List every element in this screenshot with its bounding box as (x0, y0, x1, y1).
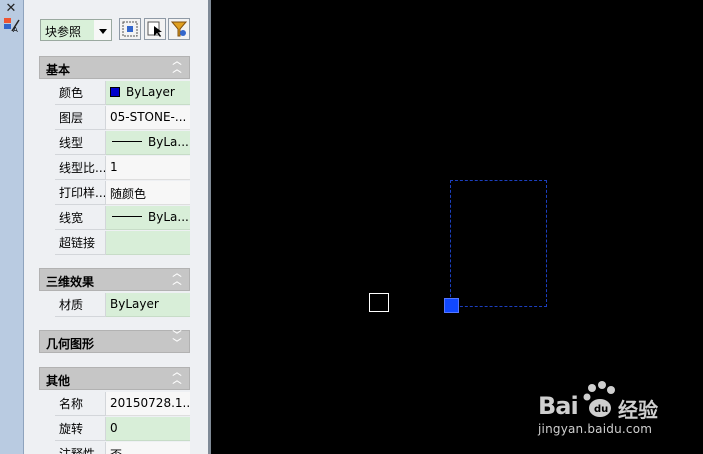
selected-block-outline[interactable] (450, 180, 547, 307)
linetype-sample-icon (112, 141, 142, 142)
prop-row-annotative[interactable]: 注释性 否 (55, 442, 190, 454)
prop-value[interactable]: 否 (106, 442, 190, 454)
close-icon[interactable]: ✕ (4, 2, 18, 16)
collapse-chevron-icon[interactable]: ︿ ︿ (171, 369, 183, 387)
pickadd-icon (122, 21, 138, 37)
prop-name: 线型比... (55, 156, 106, 180)
select-cursor-icon (147, 21, 162, 37)
watermark-url: jingyan.baidu.com (538, 422, 653, 436)
svg-text:du: du (594, 404, 608, 415)
color-swatch-icon (110, 87, 120, 97)
section-misc-header[interactable]: 其他 ︿ ︿ (39, 367, 190, 390)
section-basic-header[interactable]: 基本 ︿ ︿ (39, 56, 190, 79)
prop-value[interactable]: 0 (106, 417, 190, 441)
prop-name: 线宽 (55, 206, 106, 230)
prop-row-color[interactable]: 颜色 ByLayer (55, 81, 190, 105)
prop-value[interactable]: 05-STONE-... (106, 106, 190, 130)
section-geometry-header[interactable]: 几何图形 ﹀ ﹀ (39, 330, 190, 353)
prop-name: 超链接 (55, 231, 106, 255)
lineweight-sample-icon (112, 216, 142, 217)
prop-value[interactable]: 随颜色 (106, 181, 190, 205)
prop-value[interactable]: 1 (106, 156, 190, 180)
chevron-down-icon[interactable] (94, 19, 112, 41)
prop-name: 打印样... (55, 181, 106, 205)
block-insertion-grip[interactable] (444, 298, 459, 313)
prop-row-linetype[interactable]: 线型 ByLa... (55, 131, 190, 155)
prop-name: 图层 (55, 106, 106, 130)
prop-row-name[interactable]: 名称 20150728.1... (55, 392, 190, 416)
watermark-brand: Bai (538, 392, 579, 420)
prop-name: 材质 (55, 293, 106, 317)
paw-logo-icon: du (583, 381, 615, 417)
collapse-chevron-icon[interactable]: ︿ ︿ (171, 58, 183, 76)
prop-name: 名称 (55, 392, 106, 416)
prop-value-text: ByLa... (148, 135, 189, 149)
prop-row-linetype-scale[interactable]: 线型比... 1 (55, 156, 190, 180)
quick-select-button[interactable] (168, 18, 190, 40)
watermark-cn: 经验 (618, 398, 658, 422)
svg-text:A: A (13, 26, 18, 34)
prop-row-material[interactable]: 材质 ByLayer (55, 293, 190, 317)
section-basic-title: 基本 (46, 63, 71, 77)
baidu-jingyan-watermark: Bai du 经验 jingyan.baidu.com (538, 378, 698, 438)
prop-row-layer[interactable]: 图层 05-STONE-... (55, 106, 190, 130)
prop-value[interactable]: ByLa... (106, 206, 190, 230)
prop-name: 线型 (55, 131, 106, 155)
prop-value[interactable] (106, 231, 190, 255)
prop-value-text: ByLa... (148, 210, 189, 224)
section-3d-header[interactable]: 三维效果 ︿ ︿ (39, 268, 190, 291)
prop-row-rotation[interactable]: 旋转 0 (55, 417, 190, 441)
prop-value[interactable]: ByLa... (106, 131, 190, 155)
select-objects-button[interactable] (144, 18, 166, 40)
prop-name: 注释性 (55, 442, 106, 454)
prop-value[interactable]: ByLayer (106, 293, 190, 317)
prop-value[interactable]: 20150728.1... (106, 392, 190, 416)
section-misc-title: 其他 (46, 374, 71, 388)
palette-title-strip: ✕ A (0, 0, 24, 454)
toggle-pickadd-button[interactable] (119, 18, 141, 40)
prop-row-plot-style[interactable]: 打印样... 随颜色 (55, 181, 190, 205)
filter-icon (170, 21, 188, 37)
section-geometry-title: 几何图形 (46, 337, 95, 351)
prop-row-hyperlink[interactable]: 超链接 (55, 231, 190, 255)
section-3d-title: 三维效果 (46, 275, 95, 289)
prop-value-text: ByLayer (126, 85, 175, 99)
prop-name: 旋转 (55, 417, 106, 441)
cursor-pickbox (369, 293, 389, 312)
object-type-value: 块参照 (45, 25, 82, 39)
collapse-chevron-icon[interactable]: ︿ ︿ (171, 270, 183, 288)
prop-name: 颜色 (55, 81, 106, 105)
prop-value[interactable]: ByLayer (106, 81, 190, 105)
prop-row-lineweight[interactable]: 线宽 ByLa... (55, 206, 190, 230)
quick-properties-icon[interactable]: A (3, 16, 21, 34)
expand-chevron-icon[interactable]: ﹀ ﹀ (171, 332, 183, 350)
